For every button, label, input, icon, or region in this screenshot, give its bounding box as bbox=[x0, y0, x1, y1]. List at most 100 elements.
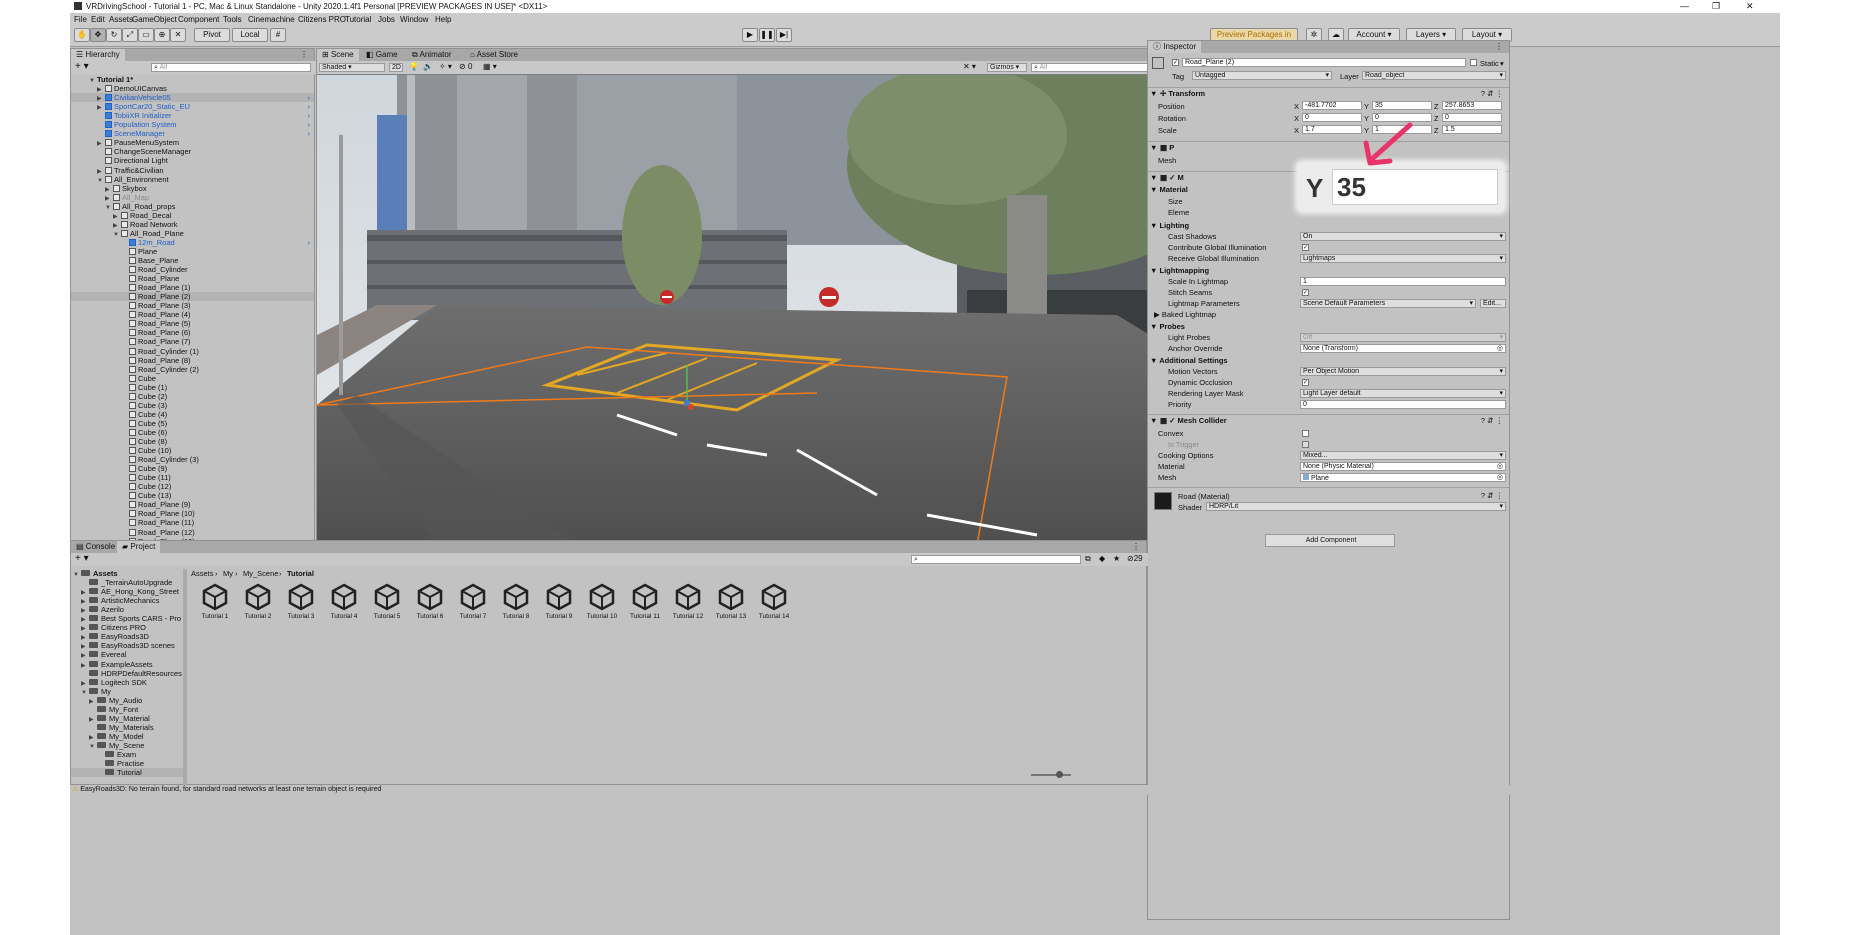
hierarchy-row[interactable]: Population System › bbox=[71, 120, 314, 129]
rotation-z-input[interactable]: 0 bbox=[1442, 113, 1502, 122]
grid-icon[interactable]: ▦ ▾ bbox=[483, 62, 497, 71]
open-prefab-icon[interactable]: › bbox=[308, 129, 311, 138]
probes-section[interactable]: ▼ Probes bbox=[1150, 322, 1185, 331]
project-folder-row[interactable]: ▶ AE_Hong_Kong_Street bbox=[71, 587, 183, 596]
hierarchy-row[interactable]: Road_Cylinder bbox=[71, 265, 314, 274]
project-folder-row[interactable]: HDRPDefaultResources bbox=[71, 669, 183, 678]
hierarchy-row[interactable]: Road_Plane (6) bbox=[71, 328, 314, 337]
axis-z-label[interactable]: Z bbox=[1434, 114, 1439, 123]
menu-file[interactable]: File bbox=[74, 15, 87, 24]
menu-window[interactable]: Window bbox=[400, 15, 428, 24]
lightmapping-section[interactable]: ▼ Lightmapping bbox=[1150, 266, 1209, 275]
menu-edit[interactable]: Edit bbox=[91, 15, 105, 24]
hierarchy-row[interactable]: Cube (6) bbox=[71, 428, 314, 437]
custom-tool-button[interactable]: ✕ bbox=[170, 28, 186, 42]
hierarchy-row[interactable]: ▼ Tutorial 1* bbox=[71, 75, 314, 84]
create-asset-button[interactable]: + ▾ bbox=[75, 553, 89, 564]
position-y-input[interactable]: 35 bbox=[1372, 101, 1432, 110]
project-search-input[interactable]: ⌕ bbox=[911, 555, 1081, 564]
audio-icon[interactable]: 🔊 bbox=[423, 62, 433, 71]
convex-checkbox[interactable] bbox=[1302, 430, 1309, 437]
project-folder-row[interactable]: Exam bbox=[71, 750, 183, 759]
hierarchy-row[interactable]: Cube (10) bbox=[71, 446, 314, 455]
axis-z-label[interactable]: Z bbox=[1434, 126, 1439, 135]
scene-asset[interactable]: Tutorial 14 bbox=[752, 583, 796, 620]
hierarchy-row[interactable]: Road_Plane (2) bbox=[71, 292, 314, 302]
dynamic_occlusion-checkbox[interactable]: ✓ bbox=[1302, 379, 1309, 386]
scene-asset[interactable]: Tutorial 11 bbox=[623, 583, 667, 620]
hierarchy-row[interactable]: Road_Plane (3) bbox=[71, 301, 314, 310]
hierarchy-row[interactable]: ▼ All_Road_Plane bbox=[71, 229, 314, 238]
contribute_gi-checkbox[interactable]: ✓ bbox=[1302, 244, 1309, 251]
hierarchy-row[interactable]: Road_Plane (12) bbox=[71, 528, 314, 537]
transform-header[interactable]: ▼ ✢ Transform ? ⇵ ⋮ bbox=[1148, 87, 1509, 98]
position-x-input[interactable]: -481.7702 bbox=[1302, 101, 1362, 110]
2d-toggle[interactable]: 2D bbox=[389, 63, 403, 72]
project-folder-row[interactable]: ▶ My_Material bbox=[71, 714, 183, 723]
grid-snap-button[interactable]: # bbox=[270, 28, 286, 42]
hierarchy-row[interactable]: Road_Cylinder (2) bbox=[71, 365, 314, 374]
scene-asset[interactable]: Tutorial 12 bbox=[666, 583, 710, 620]
baked_lightmap-foldout[interactable]: ▶ Baked Lightmap bbox=[1154, 310, 1216, 319]
tab-scene[interactable]: ⊞ Scene bbox=[317, 49, 359, 61]
tab-inspector[interactable]: ⓘ Inspector bbox=[1148, 41, 1202, 53]
hierarchy-row[interactable]: TobiiXR Initializer › bbox=[71, 111, 314, 120]
breadcrumb-assets[interactable]: Assets bbox=[191, 569, 214, 578]
filter-type-icon[interactable]: ⧉ bbox=[1085, 554, 1091, 564]
hand-tool-button[interactable]: ✋ bbox=[74, 28, 90, 42]
lightmap_params-control[interactable]: Scene Default Parameters ▾ bbox=[1300, 299, 1476, 308]
scene-asset[interactable]: Tutorial 10 bbox=[580, 583, 624, 620]
maximize-button[interactable]: ❐ bbox=[1712, 1, 1720, 12]
project-folder-row[interactable]: ▶ ExampleAssets bbox=[71, 660, 183, 669]
hierarchy-row[interactable]: ▶ PauseMenuSystem bbox=[71, 138, 314, 147]
hierarchy-row[interactable]: Base_Plane bbox=[71, 256, 314, 265]
hierarchy-row[interactable]: SceneManager › bbox=[71, 129, 314, 138]
tag-dropdown[interactable]: Untagged ▾ bbox=[1192, 71, 1332, 80]
hierarchy-row[interactable]: Cube (1) bbox=[71, 383, 314, 392]
cast_shadows-control[interactable]: On ▾ bbox=[1300, 232, 1506, 241]
light_probes-control[interactable]: Off ▾ bbox=[1300, 333, 1506, 342]
tab-project[interactable]: ▰ Project bbox=[117, 541, 161, 553]
scale-tool-button[interactable]: ⤢ bbox=[122, 28, 138, 42]
cooking-options-dropdown[interactable]: Mixed... ▾ bbox=[1300, 451, 1506, 460]
open-prefab-icon[interactable]: › bbox=[308, 238, 311, 247]
motion_vectors-control[interactable]: Per Object Motion ▾ bbox=[1300, 367, 1506, 376]
axis-y-label[interactable]: Y bbox=[1364, 102, 1369, 111]
anchor_override-control[interactable]: None (Transform) ◎ bbox=[1300, 344, 1506, 353]
project-folder-row[interactable]: ▶ Logitech SDK bbox=[71, 678, 183, 687]
rect-tool-button[interactable]: ▭ bbox=[138, 28, 154, 42]
hidden-objects-icon[interactable]: ⊘ 0 bbox=[459, 62, 472, 71]
hierarchy-row[interactable]: ▶ Skybox bbox=[71, 184, 314, 193]
hierarchy-row[interactable]: ▶ Road Network bbox=[71, 220, 314, 229]
project-folder-row[interactable]: My_Materials bbox=[71, 723, 183, 732]
object-name-input[interactable]: Road_Plane (2) bbox=[1182, 58, 1466, 67]
panel-menu-icon[interactable]: ⋮ bbox=[1132, 542, 1140, 551]
collider-material-field[interactable]: None (Physic Material) ◎ bbox=[1300, 462, 1506, 471]
axis-z-label[interactable]: Z bbox=[1434, 102, 1439, 111]
scale-z-input[interactable]: 1.5 bbox=[1442, 125, 1502, 134]
hierarchy-row[interactable]: ▶ CivilianVehicle05 › bbox=[71, 93, 314, 103]
axis-x-label[interactable]: X bbox=[1294, 102, 1299, 111]
hierarchy-row[interactable]: Road_Plane (10) bbox=[71, 509, 314, 518]
mesh-collider-header[interactable]: ▼ ▦ ✓ Mesh Collider? ⇵ ⋮ bbox=[1148, 414, 1509, 425]
hierarchy-row[interactable]: Cube (5) bbox=[71, 419, 314, 428]
open-prefab-icon[interactable]: › bbox=[308, 111, 311, 120]
breadcrumb-my-scene[interactable]: My_Scene bbox=[243, 569, 278, 578]
project-folder-row[interactable]: ▶ My_Model bbox=[71, 732, 183, 741]
scene-asset[interactable]: Tutorial 5 bbox=[365, 583, 409, 620]
project-folder-row[interactable]: ▶Best Sports CARS - Pro 3D bbox=[71, 614, 183, 623]
project-folder-row[interactable]: ▶ Evereal bbox=[71, 650, 183, 659]
hierarchy-row[interactable]: Cube bbox=[71, 374, 314, 383]
hierarchy-row[interactable]: ▶ Road_Decal bbox=[71, 211, 314, 220]
panel-menu-icon[interactable]: ⋮ bbox=[300, 50, 308, 59]
scene-viewport[interactable] bbox=[317, 75, 1215, 545]
hierarchy-row[interactable]: Road_Cylinder (1) bbox=[71, 347, 314, 356]
scene-asset[interactable]: Tutorial 3 bbox=[279, 583, 323, 620]
project-folder-row[interactable]: ▼ My bbox=[71, 687, 183, 696]
hierarchy-row[interactable]: ▶ Traffic&Civilian bbox=[71, 166, 314, 175]
zoom-slider-handle[interactable] bbox=[1056, 771, 1063, 778]
mesh-filter-header[interactable]: ▼ ▦ P bbox=[1148, 141, 1509, 152]
priority-control[interactable]: 0 bbox=[1300, 400, 1506, 409]
project-folder-row[interactable]: ▶ EasyRoads3D bbox=[71, 632, 183, 641]
edit-lightmap-params-button[interactable]: Edit... bbox=[1480, 299, 1506, 308]
